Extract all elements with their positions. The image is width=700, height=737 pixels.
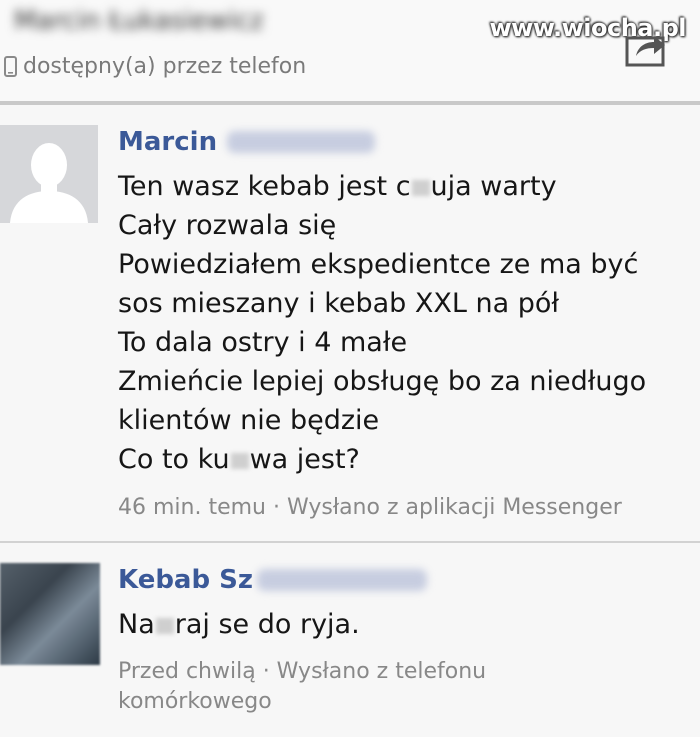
message-line: Zmieńcie lepiej obsługę bo za niedługo	[118, 362, 646, 401]
message-text: Zmieńcie lepiej obsługę bo za niedługo	[118, 366, 647, 397]
share-icon[interactable]	[624, 28, 668, 68]
message-line: Cały rozwala się	[118, 206, 646, 245]
conversation-header: Marcin Łukasiewicz dostępny(a) przez tel…	[0, 0, 700, 102]
message-text: Cały rozwala się	[118, 210, 337, 241]
message-body: Na raj se do ryja.	[118, 605, 360, 644]
sender-name[interactable]: Kebab Sz	[118, 565, 428, 595]
message-line: sos mieszany i kebab XXL na pół	[118, 284, 646, 323]
message-meta: Przed chwilą · Wysłano z telefonu komórk…	[118, 659, 487, 714]
message-line: klientów nie będzie	[118, 401, 646, 440]
sender-surname-redacted	[227, 131, 376, 153]
message-text: sos mieszany i kebab XXL na pół	[118, 288, 560, 319]
message-text: To dala ostry i 4 małe	[118, 327, 408, 358]
message-line: Co to ku wa jest?	[118, 440, 646, 479]
message-text: Powiedziałem ekspedientce ze ma być	[118, 249, 639, 280]
message-text: klientów nie będzie	[118, 405, 380, 436]
message-meta: 46 min. temu · Wysłano z aplikacji Messe…	[118, 495, 622, 520]
avatar[interactable]	[0, 563, 100, 665]
message-text: Ten wasz kebab jest c	[118, 171, 411, 202]
availability-status: dostępny(a) przez telefon	[4, 54, 306, 79]
avatar[interactable]	[0, 125, 98, 223]
message-text: wa jest?	[249, 444, 360, 475]
censored-word	[155, 617, 174, 634]
message-item: Marcin Ten wasz kebab jest c uja warty Cał…	[0, 113, 700, 533]
message-text: uja warty	[430, 171, 557, 202]
message-line: Na raj se do ryja.	[118, 605, 360, 644]
message-divider	[0, 541, 700, 543]
sender-first-name[interactable]: Kebab Sz	[118, 565, 253, 595]
message-line: Ten wasz kebab jest c uja warty	[118, 167, 646, 206]
message-text: raj se do ryja.	[174, 609, 360, 640]
message-body: Ten wasz kebab jest c uja warty Cały rozwa…	[118, 167, 646, 479]
censored-word	[230, 452, 249, 469]
message-line: To dala ostry i 4 małe	[118, 323, 646, 362]
contact-name[interactable]: Marcin Łukasiewicz	[14, 6, 264, 36]
message-item: Kebab Sz Na raj se do ryja. Przed chwilą …	[0, 553, 700, 737]
sender-surname-redacted	[257, 569, 428, 591]
message-line: Powiedziałem ekspedientce ze ma być	[118, 245, 646, 284]
header-divider	[0, 101, 700, 105]
message-text: Na	[118, 609, 155, 640]
default-avatar-icon	[0, 125, 98, 223]
sender-name[interactable]: Marcin	[118, 127, 376, 157]
censored-word	[411, 179, 430, 196]
message-text: Co to ku	[118, 444, 230, 475]
sender-first-name[interactable]: Marcin	[118, 127, 217, 157]
phone-icon	[4, 56, 17, 77]
status-text: dostępny(a) przez telefon	[23, 54, 307, 79]
